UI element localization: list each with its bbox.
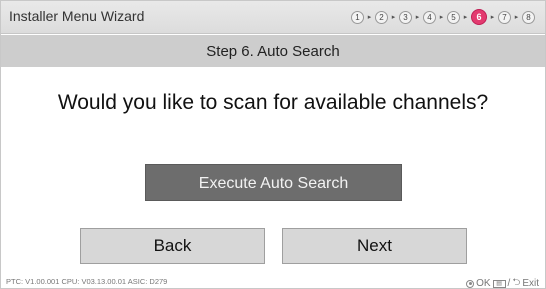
step-indicator-2: 2: [375, 10, 388, 24]
execute-auto-search-button[interactable]: Execute Auto Search: [145, 164, 402, 201]
footer: PTC: V1.00.001 CPU: V03.13.00.01 ASIC: D…: [1, 275, 545, 289]
exit-hint-label: Exit: [522, 278, 539, 289]
step-arrow-icon: ▸: [391, 14, 396, 21]
step-indicator-4: 4: [423, 10, 436, 24]
step-arrow-icon: ▸: [415, 14, 420, 21]
step-indicator-5: 5: [447, 10, 460, 24]
ok-button-icon: [466, 279, 475, 288]
step-arrow-icon: ▸: [367, 14, 372, 21]
window-title: Installer Menu Wizard: [9, 8, 145, 24]
title-bar: Installer Menu Wizard 1 ▸ 2 ▸ 3 ▸ 4 ▸ 5 …: [1, 1, 545, 34]
version-info: PTC: V1.00.001 CPU: V03.13.00.01 ASIC: D…: [6, 277, 168, 286]
step-arrow-icon: ▸: [490, 14, 495, 21]
question-text: Would you like to scan for available cha…: [57, 91, 489, 114]
ok-hint-label: OK: [476, 278, 491, 289]
installer-window: Installer Menu Wizard 1 ▸ 2 ▸ 3 ▸ 4 ▸ 5 …: [0, 0, 546, 289]
remote-hints: OK ▤ / ⮌ Exit: [466, 275, 539, 289]
step-title: Step 6. Auto Search: [206, 43, 340, 60]
step-indicator-6-current: 6: [471, 9, 487, 25]
next-button[interactable]: Next: [282, 228, 467, 264]
step-indicator-8: 8: [522, 10, 535, 24]
step-arrow-icon: ▸: [514, 14, 519, 21]
back-button[interactable]: Back: [80, 228, 265, 264]
step-indicator-1: 1: [351, 10, 364, 24]
return-icon: ⮌: [512, 277, 521, 288]
hint-slash: /: [507, 278, 511, 289]
step-arrow-icon: ▸: [439, 14, 444, 21]
step-indicator-3: 3: [399, 10, 412, 24]
step-arrow-icon: ▸: [463, 14, 468, 21]
step-progress-indicator: 1 ▸ 2 ▸ 3 ▸ 4 ▸ 5 ▸ 6 ▸ 7 ▸ 8: [351, 9, 535, 25]
menu-icon: ▤: [492, 279, 506, 288]
step-header-bar: Step 6. Auto Search: [1, 35, 545, 67]
step-indicator-7: 7: [498, 10, 511, 24]
